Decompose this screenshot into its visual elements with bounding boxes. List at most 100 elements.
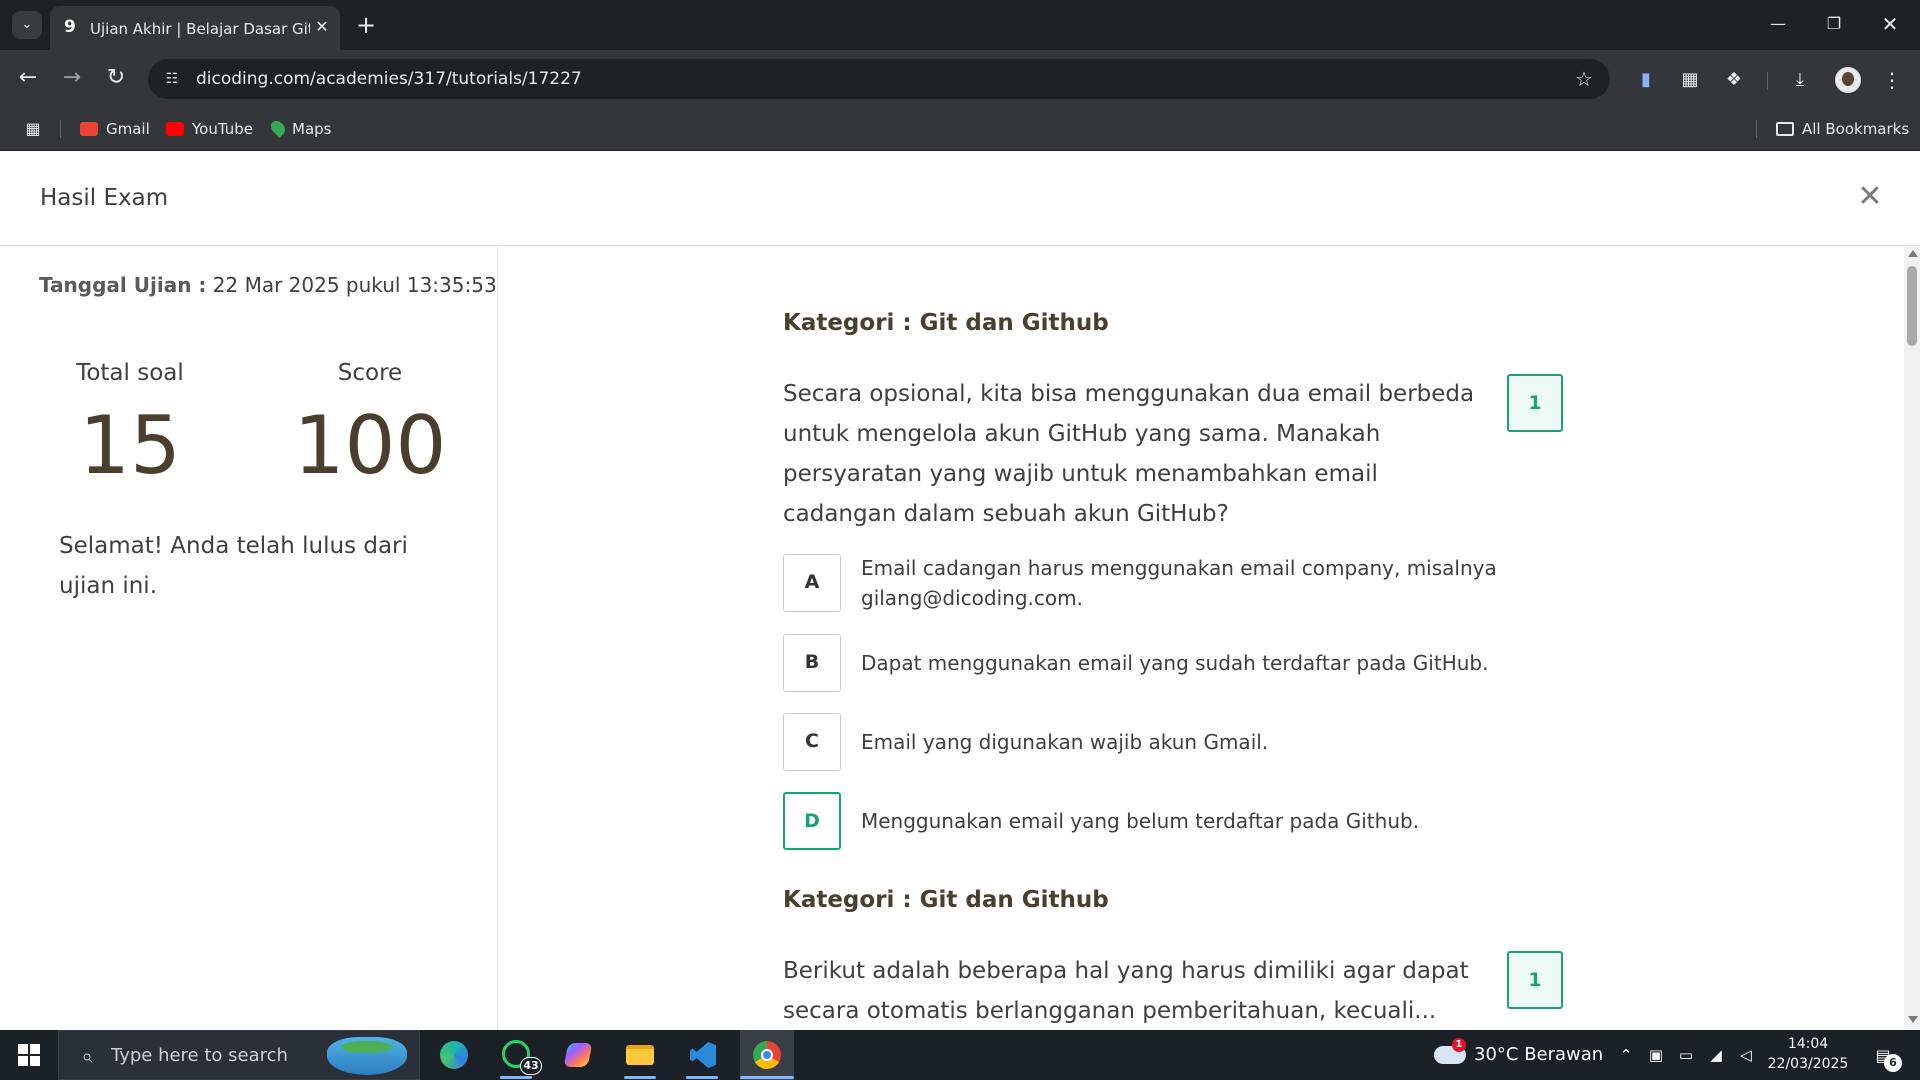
reload-icon[interactable]: ↻ — [100, 62, 132, 94]
bookmark-label: Gmail — [106, 120, 150, 138]
bookmark-label: Maps — [292, 120, 332, 138]
exam-date-label: Tanggal Ujian : — [39, 273, 207, 297]
apps-grid-icon[interactable]: ▦ — [22, 118, 44, 140]
exam-date-value: 22 Mar 2025 pukul 13:35:53 — [212, 273, 497, 297]
taskbar-search-box[interactable]: ⌕ Type here to search — [58, 1030, 420, 1080]
search-icon: ⌕ — [81, 1044, 93, 1068]
option-c-text: Email yang digunakan wajib akun Gmail. — [861, 730, 1269, 754]
toolbar-divider — [1767, 72, 1768, 90]
clock-time: 14:04 — [1787, 1036, 1829, 1052]
new-tab-plus-icon[interactable]: + — [354, 10, 378, 40]
bookmark-label: YouTube — [192, 120, 253, 138]
youtube-icon — [166, 122, 184, 136]
tab-close-icon[interactable]: ✕ — [312, 16, 332, 38]
window-close-icon[interactable]: ✕ — [1870, 8, 1910, 40]
score-value: 100 — [293, 399, 447, 492]
windows-start-icon[interactable] — [18, 1044, 40, 1066]
qr-code-icon[interactable]: ▦ — [1676, 66, 1704, 94]
question-text: Berikut adalah beberapa hal yang harus d… — [783, 958, 1469, 1024]
bookmark-star-icon[interactable]: ☆ — [1570, 65, 1598, 93]
weather-alert-badge: 1 — [1452, 1038, 1466, 1052]
pass-message: Selamat! Anda telah lulus dari ujian ini… — [59, 533, 408, 599]
site-info-icon[interactable]: ☷ — [162, 69, 182, 89]
edge-app-icon[interactable] — [434, 1035, 474, 1075]
gmail-icon — [80, 122, 98, 136]
total-questions-label: Total soal — [76, 360, 184, 386]
exam-date: Tanggal Ujian : 22 Mar 2025 pukul 13:35:… — [39, 270, 497, 300]
taskbar-search-placeholder: Type here to search — [111, 1045, 288, 1066]
question-category: Kategori : Git dan Github — [783, 887, 1109, 913]
vscode-app-icon[interactable] — [682, 1035, 722, 1075]
extensions-puzzle-icon[interactable]: ❖ — [1720, 66, 1748, 94]
bookmarks-divider — [1756, 120, 1757, 138]
volume-icon[interactable]: ◁ — [1734, 1042, 1758, 1068]
copilot-app-icon[interactable] — [558, 1035, 598, 1075]
download-icon[interactable]: ⤓ — [1786, 66, 1814, 94]
browser-tab-bar: ⌄ 9 Ujian Akhir | Belajar Dasar Git deng… — [0, 0, 1920, 50]
option-d-text: Menggunakan email yang belum terdaftar p… — [861, 809, 1420, 833]
notification-count-badge: 6 — [1884, 1054, 1902, 1072]
dicoding-icon: 9 — [64, 17, 76, 37]
question-points-badge: 1 — [1507, 951, 1563, 1009]
question-category: Kategori : Git dan Github — [783, 310, 1109, 336]
close-icon[interactable]: ✕ — [1854, 179, 1886, 215]
search-highlight-island-icon[interactable] — [327, 1037, 407, 1075]
extension-docs-icon[interactable]: ▮ — [1632, 66, 1660, 94]
option-a-box: A — [783, 554, 841, 612]
whatsapp-app-icon[interactable]: 43 — [496, 1035, 542, 1075]
page-title: Hasil Exam — [40, 185, 169, 211]
weather-text: 30°C Berawan — [1474, 1044, 1604, 1065]
exam-summary-panel: Tanggal Ujian : 22 Mar 2025 pukul 13:35:… — [0, 246, 498, 1030]
all-bookmarks-button[interactable]: All Bookmarks — [1776, 118, 1909, 140]
maps-icon — [268, 118, 288, 138]
tab-search-chevron-icon[interactable]: ⌄ — [12, 11, 42, 39]
address-bar[interactable]: ☷ dicoding.com/academies/317/tutorials/1… — [148, 59, 1610, 99]
bookmark-gmail[interactable]: Gmail — [80, 118, 150, 140]
option-b-text: Dapat menggunakan email yang sudah terda… — [861, 651, 1489, 675]
back-arrow-icon[interactable]: ← — [12, 62, 44, 94]
browser-tab-active[interactable]: 9 Ujian Akhir | Belajar Dasar Git dengan… — [50, 6, 340, 50]
clock-date: 22/03/2025 — [1767, 1056, 1849, 1072]
chrome-app-icon[interactable] — [740, 1030, 794, 1080]
running-indicator — [686, 1076, 718, 1079]
meet-now-icon[interactable]: ▣ — [1644, 1042, 1668, 1068]
option-c-box: C — [783, 713, 841, 771]
browser-menu-icon[interactable]: ⋮ — [1880, 66, 1904, 94]
profile-avatar[interactable] — [1835, 67, 1861, 93]
exam-result-header: Hasil Exam ✕ — [0, 151, 1920, 246]
weather-widget[interactable]: 1 30°C Berawan — [1430, 1036, 1604, 1074]
scroll-up-arrow-icon[interactable] — [1908, 250, 1918, 257]
window-minimize-icon[interactable]: — — [1758, 8, 1798, 40]
battery-icon[interactable]: ▭ — [1674, 1042, 1698, 1068]
scrollbar-thumb[interactable] — [1907, 266, 1917, 346]
wifi-icon[interactable]: ◢ — [1704, 1042, 1728, 1068]
notification-center-icon[interactable]: ▤ 6 — [1866, 1042, 1902, 1072]
folder-icon — [1776, 122, 1794, 136]
page-scrollbar[interactable] — [1904, 246, 1920, 1030]
option-a-text: Email cadangan harus menggunakan email c… — [861, 556, 1497, 610]
windows-taskbar: ⌕ Type here to search 43 1 30°C Berawan … — [0, 1030, 1920, 1080]
browser-toolbar: ← → ↻ ☷ dicoding.com/academies/317/tutor… — [0, 50, 1920, 108]
scroll-down-arrow-icon[interactable] — [1908, 1016, 1918, 1023]
running-indicator — [500, 1076, 532, 1079]
whatsapp-badge: 43 — [520, 1057, 542, 1075]
taskbar-clock[interactable]: 14:04 22/03/2025 — [1764, 1034, 1852, 1076]
total-questions-value: 15 — [79, 399, 181, 492]
running-indicator — [740, 1076, 794, 1079]
option-d-box-correct: D — [783, 792, 841, 850]
tab-title: Ujian Akhir | Belajar Dasar Git dengan G… — [90, 20, 310, 38]
bookmarks-divider — [60, 120, 61, 138]
forward-arrow-icon[interactable]: → — [56, 62, 88, 94]
option-b-box: B — [783, 634, 841, 692]
avatar-face — [1842, 72, 1854, 86]
url-text[interactable]: dicoding.com/academies/317/tutorials/172… — [196, 67, 1496, 91]
file-explorer-app-icon[interactable] — [620, 1035, 660, 1075]
question-text: Secara opsional, kita bisa menggunakan d… — [783, 381, 1475, 527]
show-hidden-icons-chevron-icon[interactable]: ⌃ — [1614, 1042, 1638, 1068]
running-indicator — [624, 1076, 656, 1079]
bookmarks-bar: ▦ Gmail YouTube Maps All Bookmarks — [0, 108, 1920, 151]
all-bookmarks-label: All Bookmarks — [1802, 120, 1910, 138]
window-restore-icon[interactable]: ❐ — [1814, 8, 1854, 40]
bookmark-youtube[interactable]: YouTube — [166, 118, 253, 140]
bookmark-maps[interactable]: Maps — [268, 118, 332, 140]
